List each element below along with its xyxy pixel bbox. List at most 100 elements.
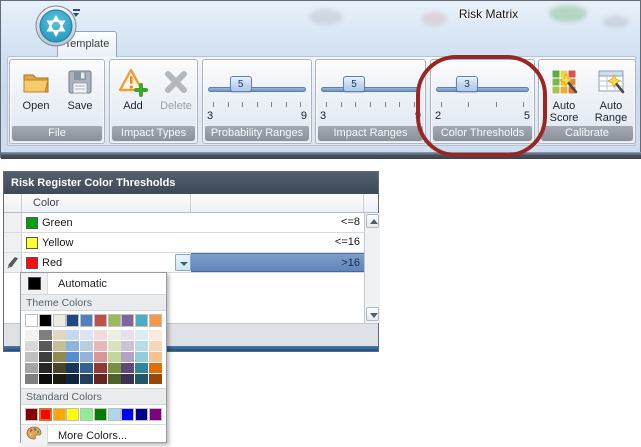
color-swatch[interactable] xyxy=(108,363,121,373)
delete-button[interactable]: Delete xyxy=(155,64,197,128)
color-swatch[interactable] xyxy=(121,408,134,421)
impact-range-slider[interactable]: 5 xyxy=(321,82,420,98)
automatic-color-item[interactable]: Automatic xyxy=(21,273,166,294)
color-swatch[interactable] xyxy=(149,352,162,362)
slider-thumb[interactable]: 5 xyxy=(343,76,365,92)
color-swatch[interactable] xyxy=(121,341,134,351)
color-dropdown-button[interactable] xyxy=(175,254,191,271)
color-swatch[interactable] xyxy=(25,374,38,384)
color-swatch[interactable] xyxy=(80,363,93,373)
color-swatch[interactable] xyxy=(66,330,79,340)
color-swatch[interactable] xyxy=(39,408,52,421)
color-swatch[interactable] xyxy=(94,330,107,340)
color-swatch[interactable] xyxy=(25,352,38,362)
color-swatch[interactable] xyxy=(25,408,38,421)
color-swatch[interactable] xyxy=(94,363,107,373)
color-swatch[interactable] xyxy=(80,374,93,384)
color-swatch[interactable] xyxy=(108,314,121,327)
color-swatch[interactable] xyxy=(108,341,121,351)
color-swatch[interactable] xyxy=(135,314,148,327)
color-swatch[interactable] xyxy=(149,314,162,327)
color-swatch[interactable] xyxy=(94,374,107,384)
color-swatch[interactable] xyxy=(121,352,134,362)
color-cell[interactable]: Red xyxy=(22,253,191,272)
color-swatch[interactable] xyxy=(121,330,134,340)
slider-thumb[interactable]: 5 xyxy=(230,76,252,92)
color-swatch[interactable] xyxy=(66,352,79,362)
slider-track[interactable] xyxy=(208,87,306,92)
probability-range-slider[interactable]: 5 xyxy=(208,82,306,98)
color-swatch[interactable] xyxy=(80,330,93,340)
color-swatch[interactable] xyxy=(108,330,121,340)
color-swatch[interactable] xyxy=(149,363,162,373)
color-swatch[interactable] xyxy=(135,330,148,340)
color-swatch[interactable] xyxy=(149,341,162,351)
color-cell[interactable]: Yellow xyxy=(22,233,191,252)
color-swatch[interactable] xyxy=(53,408,66,421)
open-button[interactable]: Open xyxy=(14,64,58,128)
color-swatch[interactable] xyxy=(39,341,52,351)
more-colors-item[interactable]: More Colors... xyxy=(21,424,166,446)
vertical-scrollbar[interactable] xyxy=(364,213,380,323)
color-swatch[interactable] xyxy=(149,374,162,384)
color-swatch[interactable] xyxy=(80,314,93,327)
color-swatch[interactable] xyxy=(66,314,79,327)
color-swatch[interactable] xyxy=(39,330,52,340)
column-header-color[interactable]: Color xyxy=(22,194,191,212)
save-button[interactable]: Save xyxy=(58,64,102,128)
color-swatch[interactable] xyxy=(25,330,38,340)
color-swatch[interactable] xyxy=(39,352,52,362)
color-swatch[interactable] xyxy=(121,363,134,373)
color-swatch[interactable] xyxy=(25,341,38,351)
color-swatch[interactable] xyxy=(121,374,134,384)
color-swatch[interactable] xyxy=(25,314,38,327)
color-swatch[interactable] xyxy=(94,341,107,351)
color-swatch[interactable] xyxy=(80,408,93,421)
color-swatch[interactable] xyxy=(121,314,134,327)
color-swatch[interactable] xyxy=(53,363,66,373)
color-swatch[interactable] xyxy=(39,363,52,373)
color-swatch[interactable] xyxy=(135,408,148,421)
color-swatch[interactable] xyxy=(25,363,38,373)
color-swatch[interactable] xyxy=(135,374,148,384)
color-swatch[interactable] xyxy=(149,408,162,421)
table-row-red[interactable]: Red >16 xyxy=(4,253,364,273)
application-menu-button[interactable] xyxy=(34,3,81,50)
threshold-value-cell[interactable]: <=16 xyxy=(191,233,364,252)
color-swatch[interactable] xyxy=(66,408,79,421)
color-swatch[interactable] xyxy=(53,314,66,327)
threshold-value-cell[interactable]: <=8 xyxy=(191,213,364,232)
color-swatch[interactable] xyxy=(53,330,66,340)
color-swatch[interactable] xyxy=(53,374,66,384)
color-swatch[interactable] xyxy=(135,363,148,373)
color-swatch[interactable] xyxy=(94,408,107,421)
color-swatch[interactable] xyxy=(149,330,162,340)
auto-score-button[interactable]: Auto Score xyxy=(542,64,586,128)
color-swatch[interactable] xyxy=(66,363,79,373)
column-header-value[interactable] xyxy=(191,194,364,212)
table-row-green[interactable]: Green <=8 xyxy=(4,213,364,233)
color-swatch[interactable] xyxy=(39,314,52,327)
color-swatch[interactable] xyxy=(53,352,66,362)
color-swatch[interactable] xyxy=(80,352,93,362)
table-row-yellow[interactable]: Yellow <=16 xyxy=(4,233,364,253)
color-swatch[interactable] xyxy=(94,352,107,362)
color-swatch[interactable] xyxy=(108,408,121,421)
slider-track[interactable] xyxy=(321,87,420,92)
add-button[interactable]: Add xyxy=(112,64,154,128)
color-swatch[interactable] xyxy=(39,374,52,384)
scroll-up-button[interactable] xyxy=(366,214,379,228)
color-swatch[interactable] xyxy=(80,341,93,351)
auto-range-button[interactable]: Auto Range xyxy=(589,64,633,128)
color-swatch[interactable] xyxy=(66,341,79,351)
color-swatch[interactable] xyxy=(108,374,121,384)
color-cell[interactable]: Green xyxy=(22,213,191,232)
color-swatch[interactable] xyxy=(66,374,79,384)
color-swatch[interactable] xyxy=(135,352,148,362)
color-swatch[interactable] xyxy=(108,352,121,362)
color-swatch[interactable] xyxy=(53,341,66,351)
color-swatch[interactable] xyxy=(94,314,107,327)
scroll-down-button[interactable] xyxy=(366,307,379,321)
threshold-value-cell-selected[interactable]: >16 xyxy=(191,253,364,272)
color-swatch[interactable] xyxy=(135,341,148,351)
